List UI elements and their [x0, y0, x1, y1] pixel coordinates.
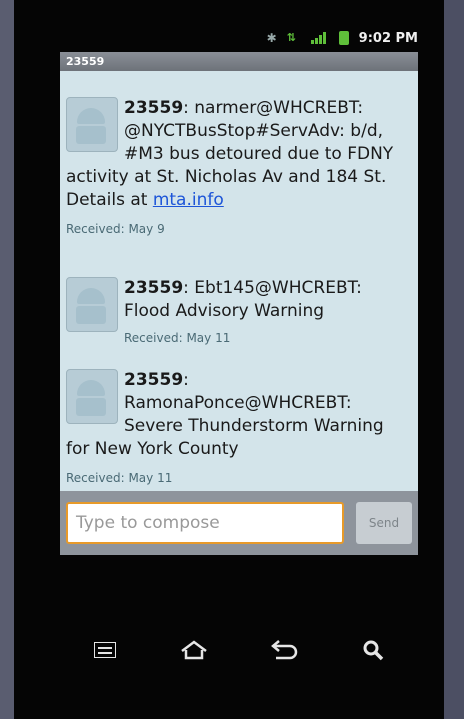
menu-icon[interactable] — [80, 625, 130, 675]
signal-icon — [310, 32, 329, 44]
contact-avatar-icon — [66, 97, 118, 152]
received-timestamp: Received: May 11 — [124, 331, 231, 345]
message-thread[interactable]: 23559: narmer@WHCREBT: @NYCTBusStop#Serv… — [60, 71, 418, 491]
battery-icon — [338, 31, 349, 45]
message-item[interactable]: 23559: RamonaPonce@WHCREBT: Severe Thund… — [66, 369, 412, 490]
message-item[interactable]: 23559: Ebt145@WHCREBT: Flood Advisory Wa… — [66, 277, 412, 350]
home-icon[interactable] — [169, 625, 219, 675]
send-button[interactable]: Send — [356, 502, 412, 544]
received-timestamp: Received: May 11 — [66, 471, 173, 485]
compose-bar: Type to compose Send — [60, 491, 418, 555]
message-sender: 23559 — [124, 278, 184, 298]
contact-avatar-icon — [66, 369, 118, 424]
contact-avatar-icon — [66, 277, 118, 332]
navigation-bar — [60, 620, 418, 680]
search-icon[interactable] — [348, 625, 398, 675]
conversation-title: 23559 — [60, 52, 418, 71]
status-bar: ✱ ⇅ 9:02 PM — [46, 24, 418, 52]
status-time: 9:02 PM — [358, 30, 418, 46]
message-link[interactable]: mta.info — [153, 190, 224, 210]
message-sender: 23559 — [124, 98, 184, 118]
message-sender: 23559 — [124, 370, 184, 390]
messaging-screen: 23559 23559: narmer@WHCREBT: @NYCTBusSto… — [60, 52, 418, 555]
back-icon[interactable] — [259, 625, 309, 675]
network-icon: ⇅ — [286, 31, 296, 44]
bluetooth-icon: ✱ — [266, 31, 277, 45]
background-left — [0, 0, 14, 719]
message-item[interactable]: 23559: narmer@WHCREBT: @NYCTBusStop#Serv… — [66, 97, 412, 241]
received-timestamp: Received: May 9 — [66, 222, 165, 236]
background-right — [444, 0, 464, 719]
compose-input[interactable]: Type to compose — [66, 502, 344, 544]
